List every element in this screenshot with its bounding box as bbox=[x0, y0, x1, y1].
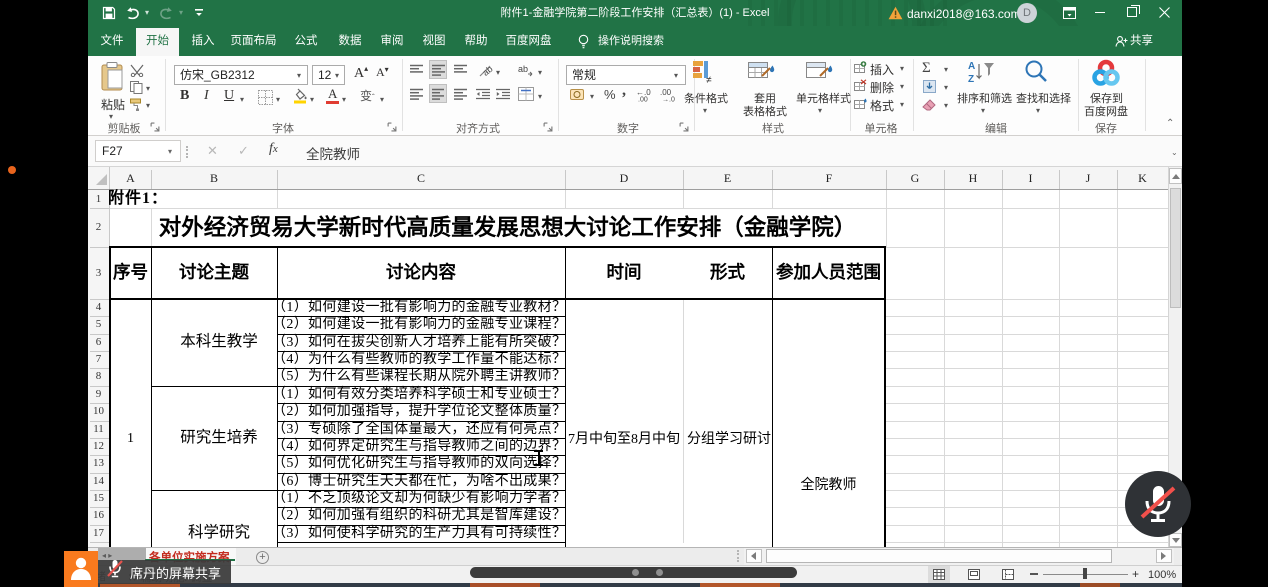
svg-text:Z: Z bbox=[968, 74, 974, 85]
svg-text:ab: ab bbox=[481, 64, 494, 78]
svg-text:→.0: →.0 bbox=[662, 97, 675, 103]
svg-text:ab: ab bbox=[518, 64, 528, 74]
svg-text:≠: ≠ bbox=[706, 75, 712, 84]
svg-text:.00: .00 bbox=[638, 97, 648, 103]
svg-text:A: A bbox=[968, 61, 975, 72]
